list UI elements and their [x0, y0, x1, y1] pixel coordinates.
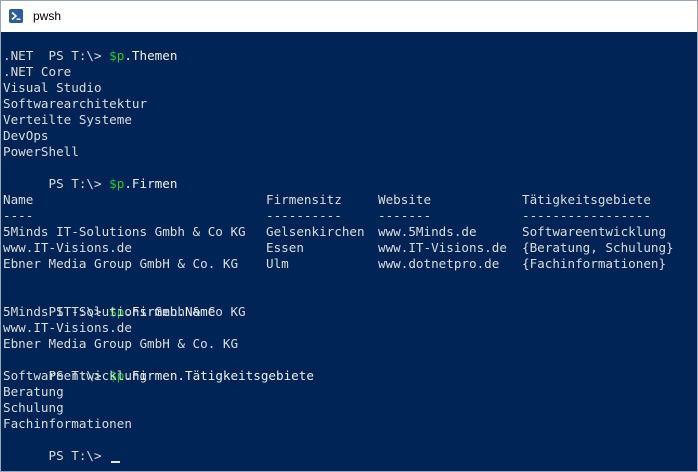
table-cell: www.dotnetpro.de — [378, 256, 500, 271]
window-title: pwsh — [33, 9, 62, 23]
table-cell: 5Minds IT-Solutions Gmbh & Co KG — [3, 224, 246, 239]
table-header-name: Name — [3, 192, 34, 207]
command-text: .Firmen.Tätigkeitsgebiete — [124, 368, 314, 383]
text-cursor — [111, 461, 121, 463]
table-cell: Ulm — [266, 256, 289, 271]
table-cell: Gelsenkirchen — [266, 224, 365, 239]
command-variable: $p — [109, 176, 125, 191]
command-line: PS T:\> $p.Firmen.Name — [3, 288, 216, 319]
input-line[interactable]: PS T:\> — [3, 432, 121, 463]
console-output[interactable]: PS T:\> $p.Themen .NET .NET Core Visual … — [1, 32, 697, 471]
table-cell: Softwareentwicklung — [522, 224, 667, 239]
command-line: PS T:\> $p.Firmen.Tätigkeitsgebiete — [3, 352, 314, 383]
table-cell: Ebner Media Group GmbH & Co. KG — [3, 256, 239, 271]
output-line: Verteilte Systeme — [3, 112, 132, 127]
output-line: Beratung — [3, 384, 64, 399]
prompt: PS T:\> — [48, 448, 110, 463]
table-separator: ---------- — [266, 208, 342, 223]
command-text: .Themen — [124, 48, 178, 63]
command-text: .Firmen — [124, 176, 178, 191]
table-cell: {Beratung, Schulung} — [522, 240, 674, 255]
command-variable: $p — [109, 48, 125, 63]
output-line: Schulung — [3, 400, 64, 415]
command-line: PS T:\> $p.Firmen — [3, 160, 178, 191]
output-line: Visual Studio — [3, 80, 102, 95]
table-cell: www.IT-Visions.de — [378, 240, 507, 255]
output-line: Softwareentwicklung — [3, 368, 148, 383]
table-separator: ---- — [3, 208, 34, 223]
command-line: PS T:\> $p.Themen — [3, 32, 178, 63]
output-line: DevOps — [3, 128, 49, 143]
table-separator: ----------------- — [522, 208, 651, 223]
table-cell: www.IT-Visions.de — [3, 240, 132, 255]
table-header-firmensitz: Firmensitz — [266, 192, 342, 207]
powershell-icon — [9, 9, 23, 23]
output-line: Softwarearchitektur — [3, 96, 148, 111]
table-cell: www.5Minds.de — [378, 224, 477, 239]
output-line: www.IT-Visions.de — [3, 320, 132, 335]
table-header-taetigkeitsgebiete: Tätigkeitsgebiete — [522, 192, 651, 207]
prompt: PS T:\> — [48, 176, 110, 191]
table-separator: ------- — [378, 208, 432, 223]
output-line: .NET — [3, 48, 34, 63]
table-cell: Essen — [266, 240, 304, 255]
output-line: Fachinformationen — [3, 416, 132, 431]
title-bar[interactable]: pwsh — [1, 1, 697, 32]
output-line: PowerShell — [3, 144, 79, 159]
output-line: 5Minds IT-Solutions Gmbh & Co KG — [3, 304, 246, 319]
table-header-website: Website — [378, 192, 432, 207]
prompt: PS T:\> — [48, 48, 110, 63]
output-line: .NET Core — [3, 64, 72, 79]
table-cell: {Fachinformationen} — [522, 256, 667, 271]
terminal-window: pwsh PS T:\> $p.Themen .NET .NET Core Vi… — [0, 0, 698, 472]
output-line: Ebner Media Group GmbH & Co. KG — [3, 336, 239, 351]
